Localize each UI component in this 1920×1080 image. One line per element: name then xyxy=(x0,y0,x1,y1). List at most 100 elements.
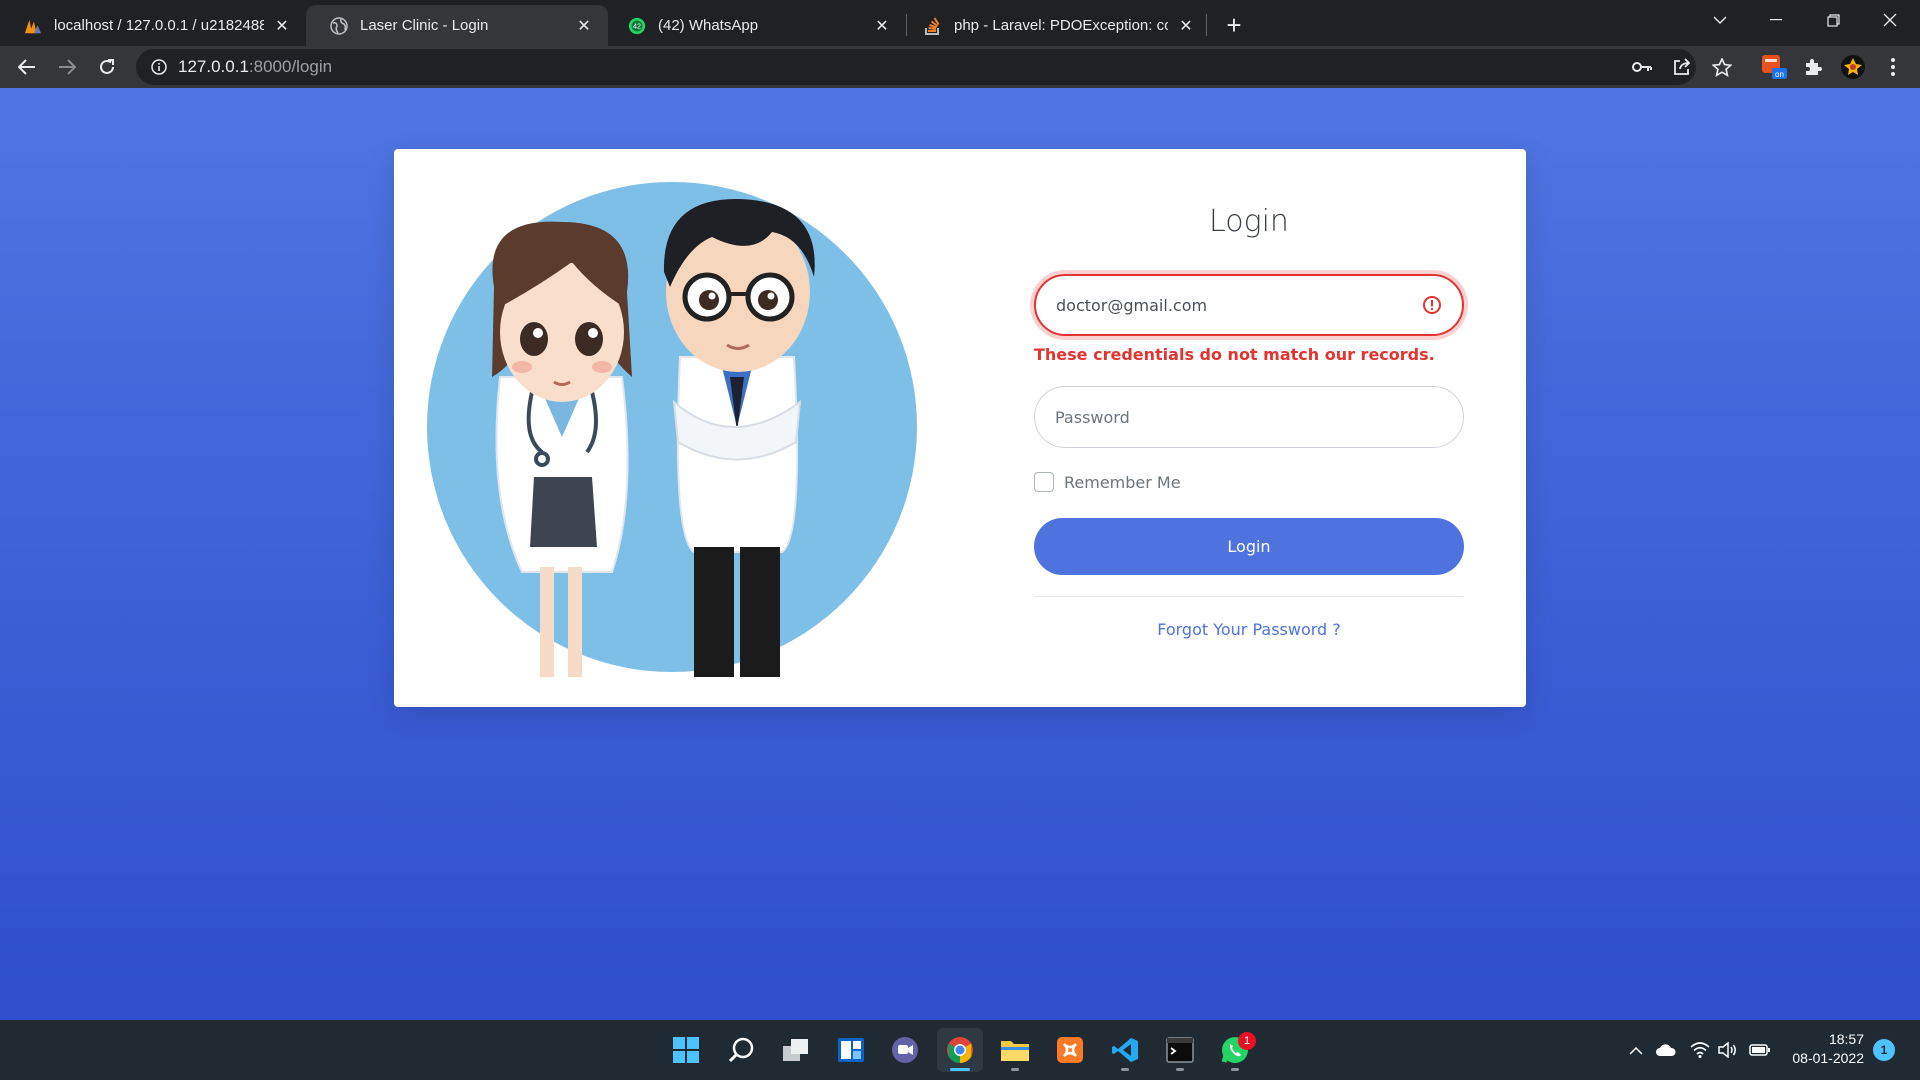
vscode-icon xyxy=(1112,1038,1138,1062)
xampp-button[interactable] xyxy=(1047,1028,1093,1072)
doctors-illustration xyxy=(427,182,917,677)
globe-icon xyxy=(330,16,348,35)
forgot-password-link[interactable]: Forgot Your Password ? xyxy=(1034,620,1464,639)
browser-toolbar: 127.0.0.1:8000/login on xyxy=(0,46,1920,88)
show-hidden-icons-button[interactable] xyxy=(1624,1038,1648,1062)
arrow-right-icon xyxy=(59,59,76,75)
remember-me[interactable]: Remember Me xyxy=(1034,472,1181,492)
task-view-icon xyxy=(783,1039,808,1061)
open-indicator xyxy=(1121,1068,1129,1071)
tab-separator xyxy=(1206,14,1207,36)
restore-button[interactable] xyxy=(1805,0,1861,40)
divider xyxy=(1034,596,1464,597)
close-window-button[interactable] xyxy=(1862,0,1918,40)
search-button[interactable] xyxy=(718,1028,764,1072)
browser-tab-strip: localhost / 127.0.0.1 / u21824884 ✕ Lase… xyxy=(0,0,1920,46)
system-clock[interactable]: 18:57 08-01-2022 xyxy=(1782,1030,1864,1068)
tab-title: (42) WhatsApp xyxy=(658,17,759,34)
minimize-button[interactable] xyxy=(1748,0,1804,40)
chevron-down-icon xyxy=(1713,15,1727,24)
battery-icon xyxy=(1749,1044,1770,1056)
page-viewport: Login doctor@gmail.com These credentials… xyxy=(0,88,1920,1020)
close-tab-icon[interactable]: ✕ xyxy=(272,16,292,36)
volume-icon xyxy=(1718,1042,1736,1058)
star-icon xyxy=(1712,57,1732,77)
extensions-button[interactable] xyxy=(1797,51,1829,83)
key-icon xyxy=(1632,62,1652,72)
site-info-icon[interactable] xyxy=(150,58,168,76)
login-card: Login doctor@gmail.com These credentials… xyxy=(394,149,1526,707)
remember-me-checkbox[interactable] xyxy=(1034,472,1054,492)
email-field[interactable]: doctor@gmail.com xyxy=(1034,274,1464,336)
file-explorer-button[interactable] xyxy=(992,1028,1038,1072)
whatsapp-count-badge: 42 xyxy=(633,21,641,30)
address-bar[interactable]: 127.0.0.1:8000/login xyxy=(136,49,1696,85)
extension-on-icon: on xyxy=(1762,55,1787,79)
wifi-button[interactable] xyxy=(1688,1038,1712,1062)
remember-me-label: Remember Me xyxy=(1064,472,1181,492)
share-button[interactable] xyxy=(1666,51,1698,83)
tab-title: Laser Clinic - Login xyxy=(360,17,489,34)
phpmyadmin-icon xyxy=(24,17,42,35)
battery-button[interactable] xyxy=(1748,1038,1772,1062)
tab-search-button[interactable] xyxy=(1692,0,1748,40)
chrome-taskbar-button[interactable] xyxy=(937,1028,983,1072)
volume-button[interactable] xyxy=(1716,1038,1740,1062)
forward-button[interactable] xyxy=(51,51,83,83)
terminal-button[interactable] xyxy=(1157,1028,1203,1072)
open-indicator xyxy=(1011,1068,1019,1071)
close-icon xyxy=(1883,13,1897,27)
svg-text:on: on xyxy=(1775,70,1784,79)
widgets-button[interactable] xyxy=(828,1028,874,1072)
tab-whatsapp[interactable]: 42 (42) WhatsApp ✕ xyxy=(604,5,906,46)
start-button[interactable] xyxy=(663,1028,709,1072)
restore-icon xyxy=(1826,13,1840,27)
bookmark-button[interactable] xyxy=(1706,51,1738,83)
tab-title: php - Laravel: PDOException: cou xyxy=(954,17,1168,34)
page-title: Login xyxy=(1209,204,1289,239)
onedrive-button[interactable] xyxy=(1654,1038,1678,1062)
password-placeholder: Password xyxy=(1055,407,1130,427)
wifi-icon xyxy=(1690,1042,1710,1058)
cloud-icon xyxy=(1656,1044,1676,1056)
whatsapp-unread-badge: 1 xyxy=(1238,1032,1256,1050)
login-button[interactable]: Login xyxy=(1034,518,1464,575)
chevron-up-icon xyxy=(1629,1046,1643,1055)
arrow-left-icon xyxy=(18,59,35,75)
vscode-button[interactable] xyxy=(1102,1028,1148,1072)
terminal-icon xyxy=(1166,1037,1194,1063)
tab-laser-clinic-login[interactable]: Laser Clinic - Login ✕ xyxy=(306,5,608,46)
share-icon xyxy=(1674,58,1691,75)
close-tab-icon[interactable]: ✕ xyxy=(1176,16,1196,36)
widgets-icon xyxy=(838,1038,864,1062)
url-host: 127.0.0.1 xyxy=(178,57,249,76)
clock-date: 08-01-2022 xyxy=(1792,1050,1864,1066)
teams-chat-icon xyxy=(892,1037,918,1063)
tab-phpmyadmin[interactable]: localhost / 127.0.0.1 / u21824884 ✕ xyxy=(0,5,306,46)
profile-button[interactable] xyxy=(1837,51,1869,83)
extension-on-button[interactable]: on xyxy=(1758,51,1790,83)
error-icon xyxy=(1423,296,1441,314)
folder-icon xyxy=(1001,1041,1029,1061)
open-indicator xyxy=(1231,1068,1239,1071)
windows-logo-icon xyxy=(673,1037,699,1063)
reload-icon xyxy=(100,59,114,74)
close-tab-icon[interactable]: ✕ xyxy=(872,16,892,36)
chrome-icon xyxy=(947,1037,973,1064)
notification-center-badge[interactable]: 1 xyxy=(1873,1039,1895,1061)
password-field[interactable]: Password xyxy=(1034,386,1464,448)
windows-taskbar: 1 18:57 08-01-2022 1 xyxy=(0,1020,1920,1080)
teams-chat-button[interactable] xyxy=(882,1028,928,1072)
chrome-menu-button[interactable] xyxy=(1877,51,1909,83)
password-key-button[interactable] xyxy=(1626,51,1658,83)
new-tab-button[interactable]: + xyxy=(1217,8,1251,42)
xampp-icon xyxy=(1057,1037,1083,1063)
active-indicator xyxy=(950,1068,970,1071)
reload-button[interactable] xyxy=(91,51,123,83)
task-view-button[interactable] xyxy=(773,1028,819,1072)
back-button[interactable] xyxy=(11,51,43,83)
puzzle-icon xyxy=(1806,59,1822,75)
tab-stackoverflow[interactable]: php - Laravel: PDOException: cou ✕ xyxy=(900,5,1210,46)
close-tab-icon[interactable]: ✕ xyxy=(574,16,594,36)
whatsapp-taskbar-button[interactable]: 1 xyxy=(1212,1028,1258,1072)
